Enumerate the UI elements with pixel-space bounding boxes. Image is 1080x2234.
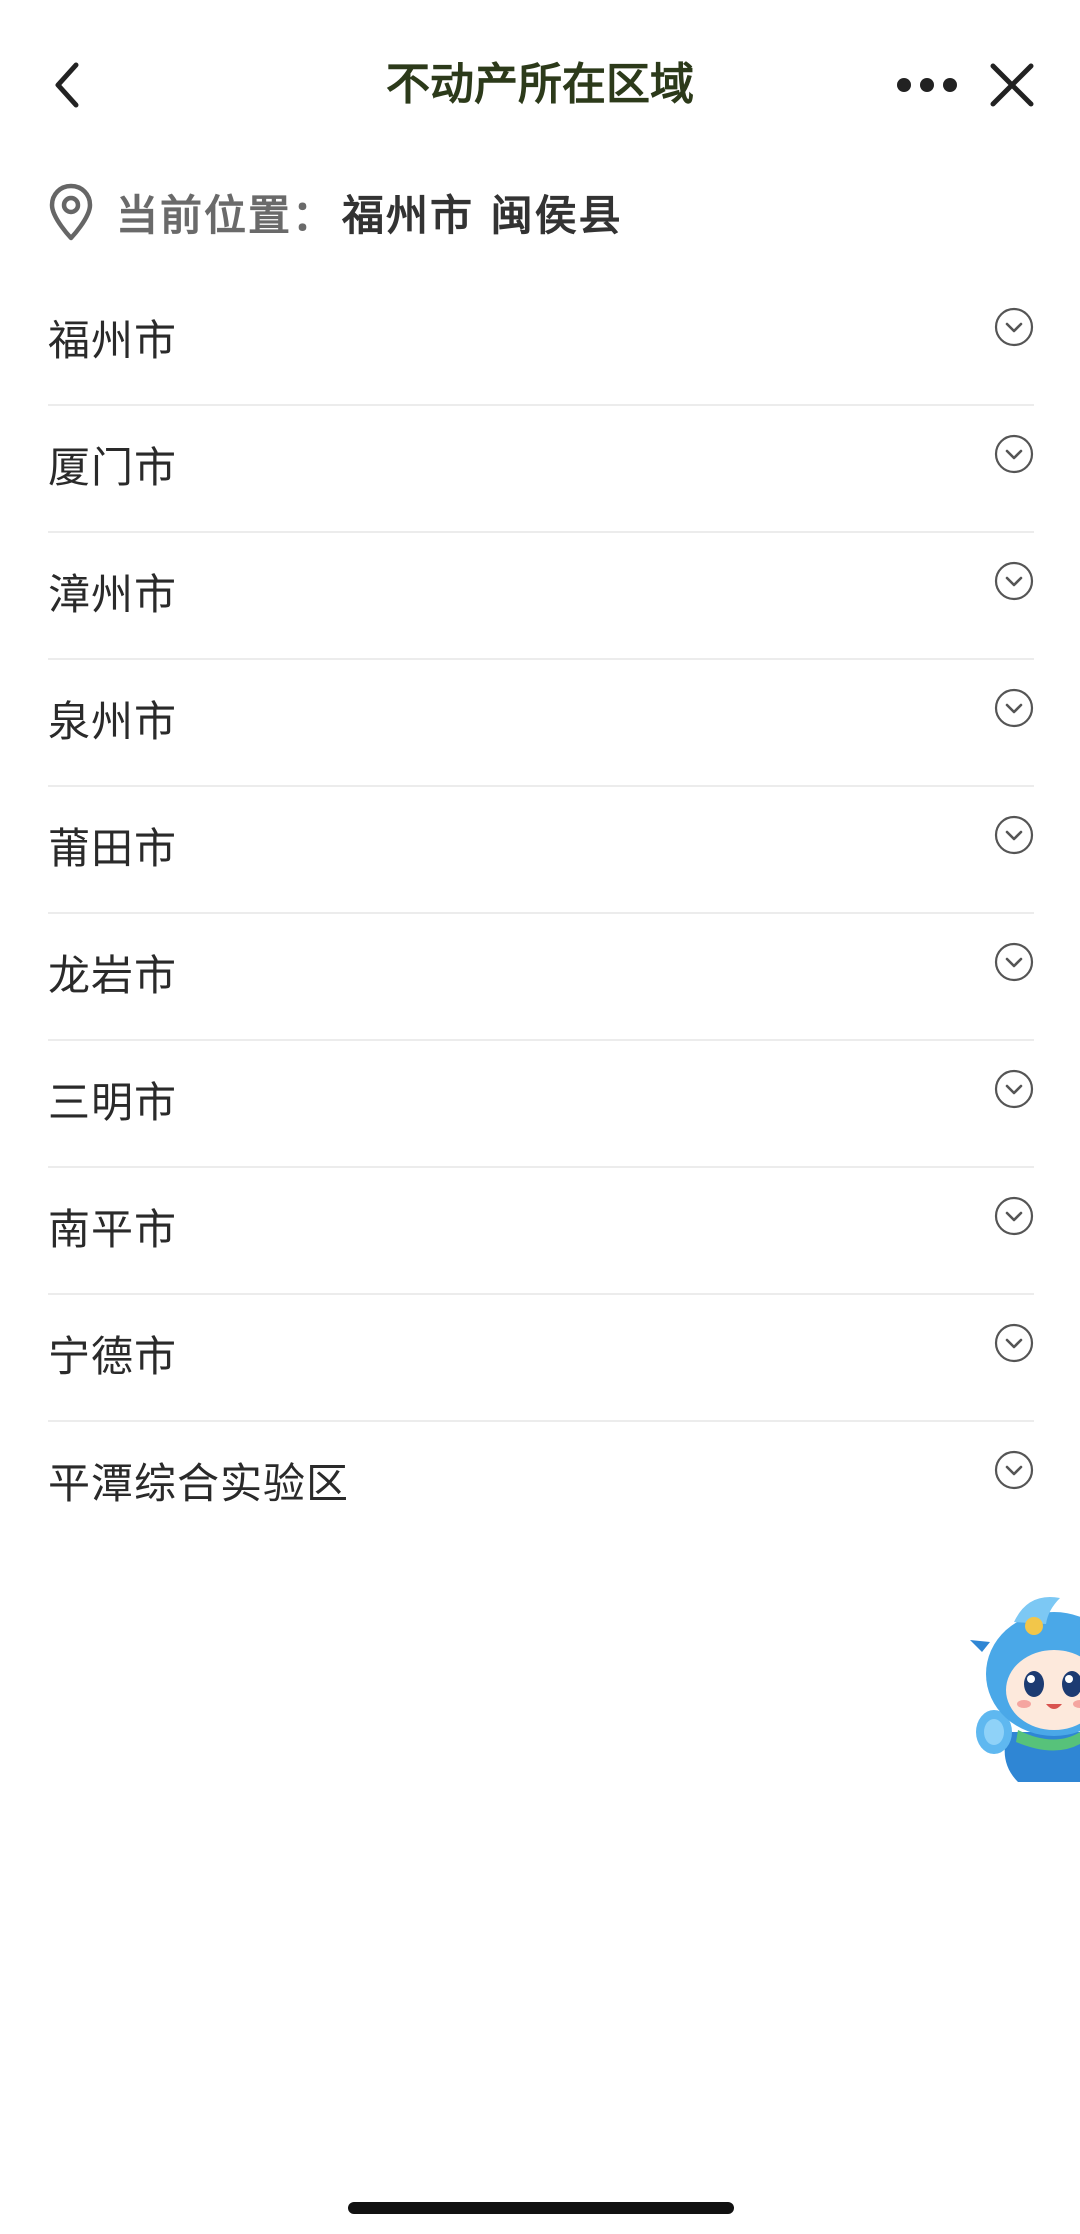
home-indicator[interactable] bbox=[348, 2202, 734, 2214]
current-location: 当前位置： 福州市 闽侯县 bbox=[46, 172, 623, 252]
page-title: 不动产所在区域 bbox=[386, 59, 694, 110]
location-pin-icon bbox=[46, 181, 96, 243]
region-item[interactable]: 南平市 bbox=[48, 1168, 1034, 1295]
region-list: 福州市 厦门市 漳州市 泉州市 莆田市 龙岩市 三明市 南平市 宁德市 平潭综合… bbox=[48, 279, 1034, 1547]
region-item[interactable]: 三明市 bbox=[48, 1041, 1034, 1168]
chevron-left-icon bbox=[55, 62, 79, 108]
region-item[interactable]: 莆田市 bbox=[48, 787, 1034, 914]
chevron-down-circle-icon[interactable] bbox=[994, 434, 1034, 474]
region-item[interactable]: 厦门市 bbox=[48, 406, 1034, 533]
mascot-assistant-button[interactable] bbox=[968, 1582, 1080, 1782]
close-button[interactable] bbox=[980, 58, 1044, 112]
chevron-down-circle-icon[interactable] bbox=[994, 1450, 1034, 1490]
location-value: 福州市 闽侯县 bbox=[342, 190, 623, 240]
close-icon bbox=[990, 63, 1034, 107]
region-item[interactable]: 漳州市 bbox=[48, 533, 1034, 660]
region-name: 南平市 bbox=[48, 1205, 178, 1254]
chevron-down-circle-icon[interactable] bbox=[994, 1069, 1034, 1109]
region-name: 平潭综合实验区 bbox=[48, 1459, 350, 1508]
more-button[interactable] bbox=[892, 62, 962, 108]
region-name: 宁德市 bbox=[48, 1332, 178, 1381]
location-label: 当前位置： bbox=[116, 190, 337, 240]
region-item[interactable]: 龙岩市 bbox=[48, 914, 1034, 1041]
chevron-down-circle-icon[interactable] bbox=[994, 1323, 1034, 1363]
page: 不动产所在区域 当前位置： 福州市 闽侯县 福州市 厦门市 漳州市 泉州市 莆田… bbox=[0, 0, 1080, 2234]
nav-bar: 不动产所在区域 bbox=[0, 40, 1080, 130]
region-name: 漳州市 bbox=[48, 570, 178, 619]
chevron-down-circle-icon[interactable] bbox=[994, 307, 1034, 347]
region-name: 莆田市 bbox=[48, 824, 178, 873]
chevron-down-circle-icon[interactable] bbox=[994, 688, 1034, 728]
region-item[interactable]: 平潭综合实验区 bbox=[48, 1422, 1034, 1547]
back-button[interactable] bbox=[40, 58, 94, 112]
region-name: 福州市 bbox=[48, 316, 178, 365]
chevron-down-circle-icon[interactable] bbox=[994, 942, 1034, 982]
mascot-icon bbox=[970, 1597, 1080, 1782]
chevron-down-circle-icon[interactable] bbox=[994, 1196, 1034, 1236]
region-name: 三明市 bbox=[48, 1078, 178, 1127]
region-item[interactable]: 宁德市 bbox=[48, 1295, 1034, 1422]
region-name: 厦门市 bbox=[48, 443, 178, 492]
region-name: 泉州市 bbox=[48, 697, 178, 746]
region-item[interactable]: 福州市 bbox=[48, 279, 1034, 406]
chevron-down-circle-icon[interactable] bbox=[994, 561, 1034, 601]
more-dots-icon bbox=[897, 78, 957, 92]
region-name: 龙岩市 bbox=[48, 951, 178, 1000]
chevron-down-circle-icon[interactable] bbox=[994, 815, 1034, 855]
region-item[interactable]: 泉州市 bbox=[48, 660, 1034, 787]
